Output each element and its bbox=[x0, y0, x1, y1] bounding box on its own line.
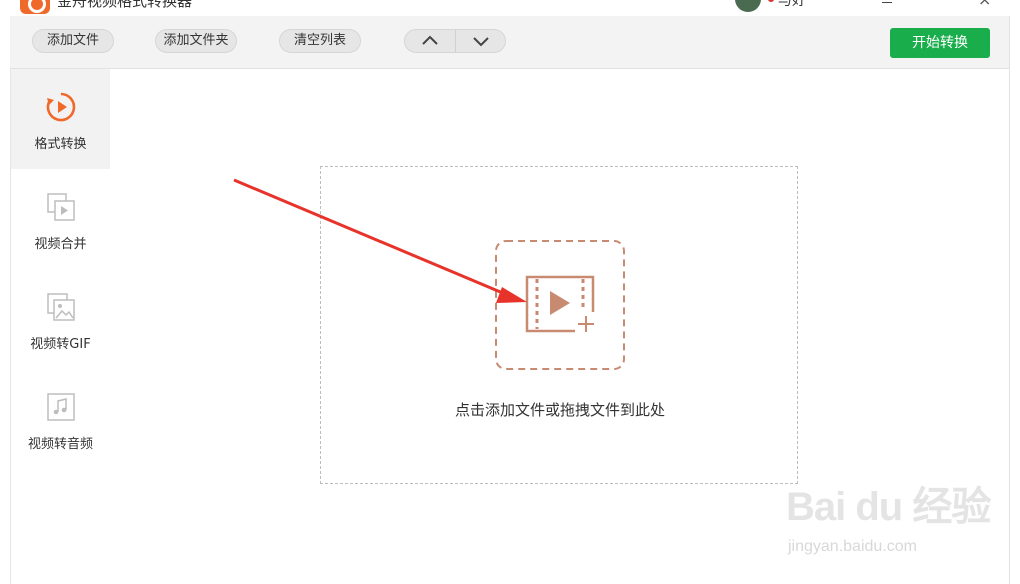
start-convert-button[interactable]: 开始转换 bbox=[890, 28, 990, 58]
toolbar: 添加文件 添加文件夹 清空列表 开始转换 bbox=[10, 16, 1009, 69]
add-file-button[interactable]: 添加文件 bbox=[32, 29, 114, 53]
sidebar-item-label: 视频转音频 bbox=[27, 437, 93, 452]
close-button[interactable]: × bbox=[978, 0, 991, 8]
video-to-audio-icon bbox=[47, 393, 75, 421]
window-border bbox=[1009, 16, 1010, 584]
format-convert-icon bbox=[46, 92, 76, 122]
sidebar-item-label: 格式转换 bbox=[34, 137, 87, 152]
watermark-logo: Bai du 经验 bbox=[786, 485, 991, 529]
sidebar-item-video-to-gif[interactable]: 视频转GIF bbox=[11, 269, 110, 369]
vip-badge-icon bbox=[768, 0, 774, 2]
video-merge-icon bbox=[47, 193, 75, 221]
clear-list-button[interactable]: 清空列表 bbox=[279, 29, 361, 53]
app-title: 金舟视频格式转换器 bbox=[57, 0, 193, 10]
drop-hint-text: 点击添加文件或拖拽文件到此处 bbox=[454, 401, 665, 419]
add-folder-button[interactable]: 添加文件夹 bbox=[155, 29, 237, 53]
sidebar-item-label: 视频合并 bbox=[34, 237, 87, 252]
move-up-button[interactable] bbox=[405, 30, 455, 52]
sidebar-item-video-to-audio[interactable]: 视频转音频 bbox=[11, 369, 110, 469]
sidebar-item-video-merge[interactable]: 视频合并 bbox=[11, 169, 110, 269]
file-drop-zone[interactable]: 点击添加文件或拖拽文件到此处 bbox=[320, 166, 798, 484]
minimize-button[interactable] bbox=[882, 2, 892, 3]
sidebar-item-format-convert[interactable]: 格式转换 bbox=[11, 69, 110, 169]
chevron-down-icon bbox=[473, 37, 489, 47]
user-avatar[interactable] bbox=[735, 0, 761, 12]
chevron-up-icon bbox=[422, 35, 438, 45]
move-down-button[interactable] bbox=[455, 30, 506, 52]
title-bar: 金舟视频格式转换器 与好 × bbox=[0, 0, 1020, 16]
user-name[interactable]: 与好 bbox=[778, 0, 806, 10]
sidebar-item-label: 视频转GIF bbox=[30, 337, 91, 352]
video-to-gif-icon bbox=[47, 293, 75, 321]
app-logo bbox=[20, 0, 50, 14]
add-video-icon[interactable] bbox=[495, 240, 625, 370]
watermark-url: jingyan.baidu.com bbox=[788, 538, 917, 555]
move-order-group bbox=[404, 29, 506, 53]
sidebar: 格式转换 视频合并 视频转GIF 视频转音频 bbox=[10, 69, 111, 584]
